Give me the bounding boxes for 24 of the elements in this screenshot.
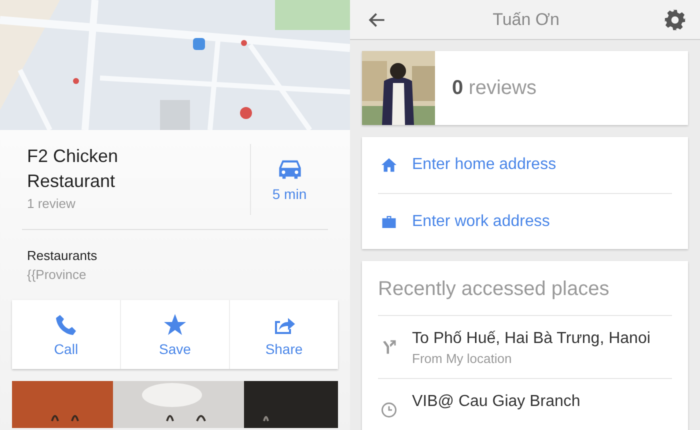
call-button[interactable]: Call: [12, 300, 120, 369]
directions-button[interactable]: 5 min: [250, 144, 328, 215]
reviews-count: 0 reviews: [452, 76, 536, 100]
review-count: 1 review: [27, 196, 76, 211]
clock-icon: [380, 401, 398, 419]
star-icon: [163, 312, 187, 336]
house-icon: [380, 156, 398, 174]
home-address-link[interactable]: Enter home address: [378, 137, 672, 193]
place-subtitle: From My location: [412, 351, 512, 366]
save-button[interactable]: Save: [120, 300, 229, 369]
work-address-link[interactable]: Enter work address: [378, 193, 672, 249]
profile-name: Tuấn Ơn: [492, 10, 560, 30]
section-title: Recently accessed places: [378, 261, 672, 316]
drive-time: 5 min: [272, 186, 307, 202]
phone-icon: [54, 312, 78, 336]
fork-arrow-icon: [380, 338, 398, 356]
category: Restaurants: [27, 248, 98, 263]
settings-icon[interactable]: [664, 8, 686, 30]
share-button[interactable]: Share: [229, 300, 338, 369]
car-icon: [276, 158, 302, 180]
address: {{Province: [27, 267, 86, 282]
place-title[interactable]: VIB@ Cau Giay Branch: [412, 393, 580, 411]
place-title[interactable]: To Phố Huế, Hai Bà Trưng, Hanoi: [412, 330, 650, 348]
place-name: F2 Chicken Restaurant: [27, 145, 120, 193]
